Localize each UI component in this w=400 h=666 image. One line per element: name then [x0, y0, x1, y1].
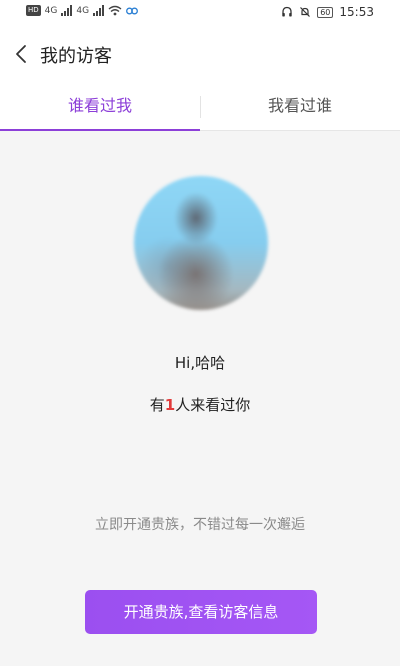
hd-badge: HD: [26, 5, 41, 16]
tab-label: 谁看过我: [67, 96, 132, 115]
visitor-count-number: 1: [164, 396, 176, 414]
status-right: 60 15:53: [281, 5, 374, 19]
greeting-text: Hi,哈哈: [174, 354, 226, 372]
tab-bar: 谁看过我 我看过谁: [0, 84, 400, 131]
app-notification-icon: [126, 7, 139, 14]
title-bar: 我的访客: [0, 26, 400, 84]
tab-who-viewed-me[interactable]: 谁看过我: [0, 84, 200, 131]
clock: 15:53: [339, 5, 374, 19]
back-arrow-icon: [16, 45, 26, 63]
headset-icon: [282, 6, 292, 17]
active-tab-indicator: [0, 129, 200, 131]
visitor-count-prefix: 有: [149, 396, 165, 414]
tab-label: 我看过谁: [267, 96, 332, 115]
mute-bell-icon: [300, 7, 311, 17]
page-title: 我的访客: [40, 46, 112, 67]
upgrade-view-visitors-button[interactable]: 开通贵族,查看访客信息: [85, 590, 317, 634]
wifi-icon: [108, 5, 122, 16]
status-left: HD 4G 4G: [26, 5, 139, 16]
network-type-2: 4G: [76, 5, 90, 16]
signal-icon-2: [93, 5, 105, 16]
signal-icon: [61, 5, 73, 16]
network-type-1: 4G: [44, 5, 58, 16]
back-button[interactable]: [8, 40, 34, 68]
battery-icon: 60: [317, 6, 334, 18]
blurred-visitor-avatar: [134, 176, 268, 310]
tab-who-i-viewed[interactable]: 我看过谁: [200, 84, 400, 130]
visitor-count-text: 有1人来看过你: [0, 394, 400, 415]
promo-text: 立即开通贵族，不错过每一次邂逅: [95, 517, 305, 533]
visitor-count-suffix: 人来看过你: [175, 396, 251, 414]
status-bar: HD 4G 4G 60 15:53: [0, 0, 400, 26]
screen: HD 4G 4G 60 15:53 我的访客 谁看过我 我看过谁 Hi,哈哈 有…: [0, 0, 400, 666]
